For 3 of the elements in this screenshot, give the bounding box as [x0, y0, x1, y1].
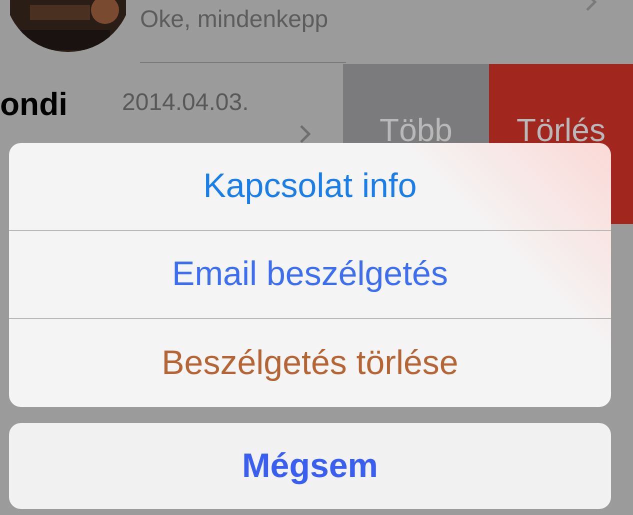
contact-name: ondi [0, 86, 69, 123]
message-preview: Oke, mindenkepp [140, 6, 328, 34]
message-date: 2014.04.03. [122, 89, 250, 117]
